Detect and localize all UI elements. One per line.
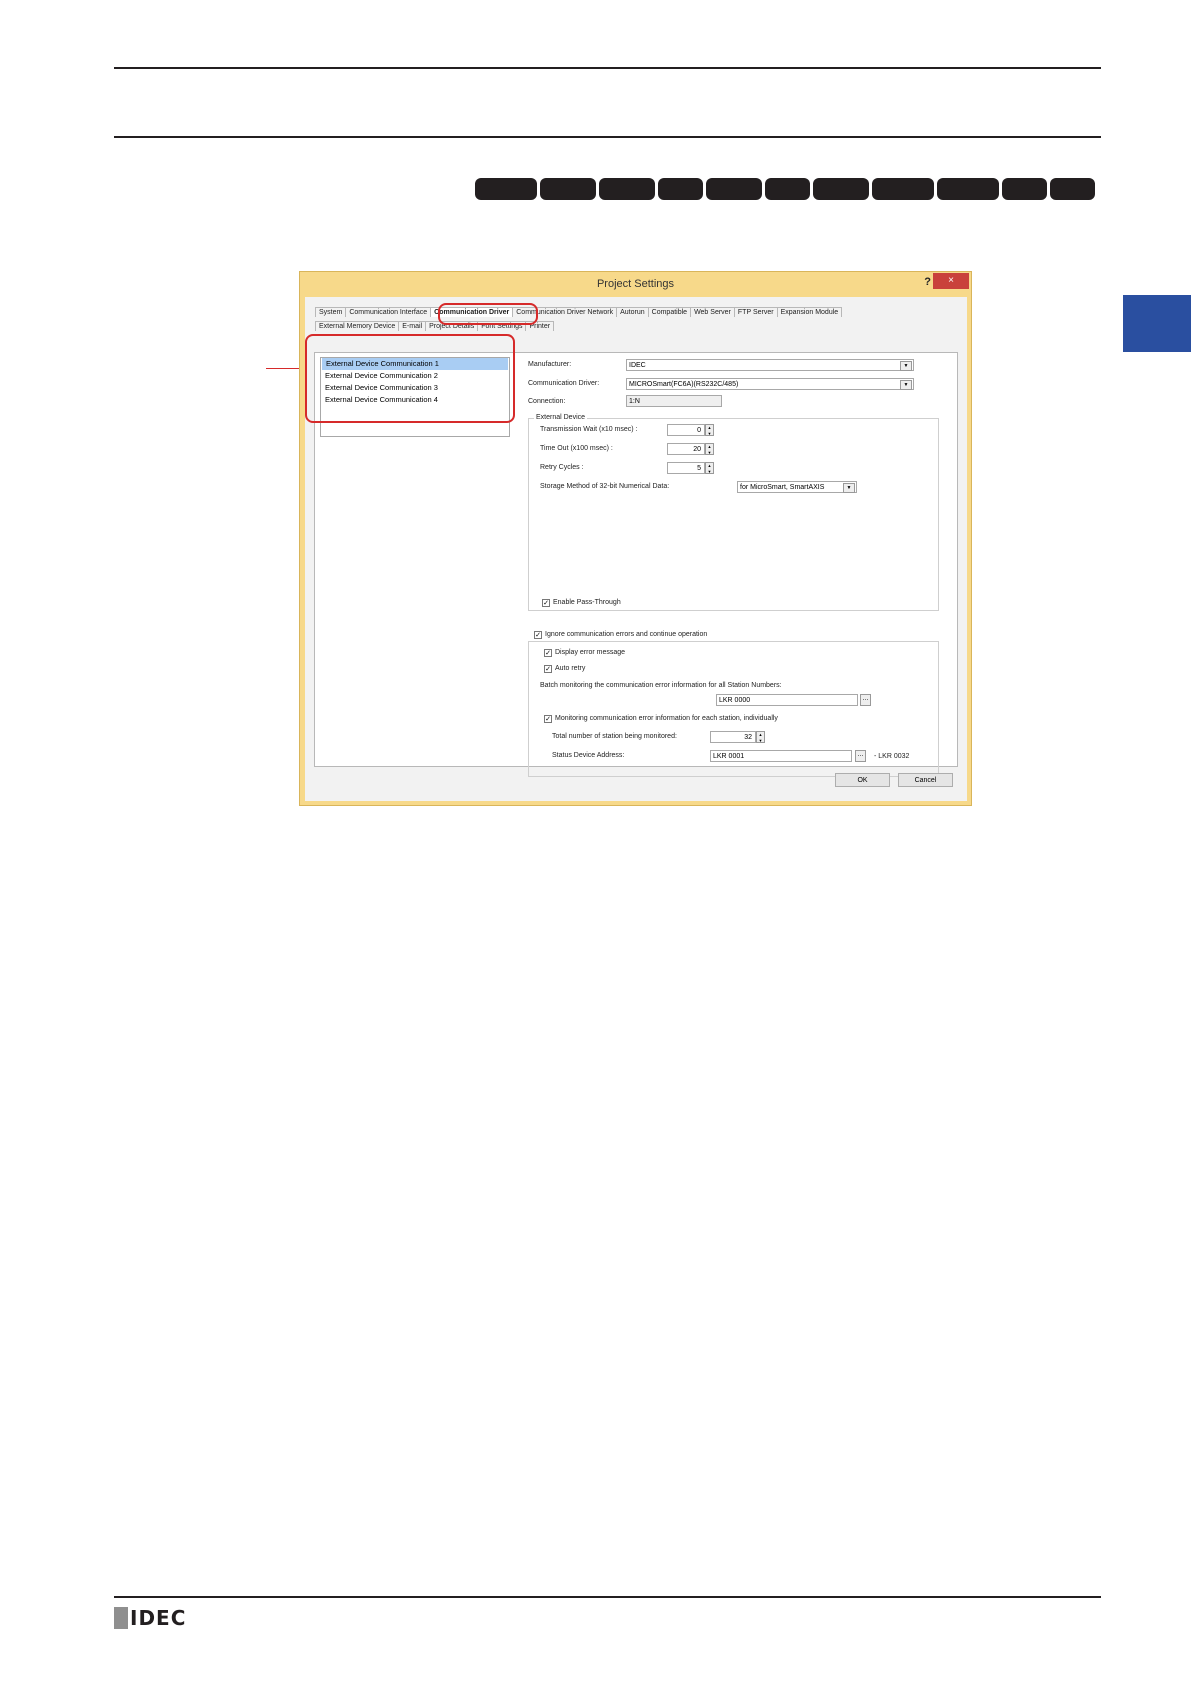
model-badge	[1002, 178, 1047, 200]
model-badge	[765, 178, 810, 200]
logo-mark	[114, 1607, 128, 1629]
auto-retry-label: Auto retry	[555, 665, 586, 672]
tab-compatible[interactable]: Compatible	[647, 307, 692, 317]
storage-method-select[interactable]: for MicroSmart, SmartAXIS ▼	[737, 481, 857, 493]
model-badge	[540, 178, 596, 200]
timeout-stepper[interactable]: ▲ ▼	[705, 443, 714, 455]
tab-external-memory-device[interactable]: External Memory Device	[315, 321, 400, 331]
display-error-label: Display error message	[555, 649, 626, 656]
auto-retry-checkbox[interactable]: ✓	[544, 665, 552, 673]
status-address-range: - LKR 0032	[874, 753, 910, 760]
tx-wait-input[interactable]: 0	[667, 424, 705, 436]
dialog-title: Project Settings	[596, 278, 675, 290]
connection-label: Connection:	[528, 398, 566, 405]
footer-rule	[114, 1596, 1101, 1598]
tab-email[interactable]: E-mail	[398, 321, 427, 331]
tx-wait-label: Transmission Wait (x10 msec) :	[540, 426, 638, 433]
ignore-errors-checkbox[interactable]: ✓	[534, 631, 542, 639]
driver-select[interactable]: MICROSmart(FC6A)(RS232C/485) ▼	[626, 378, 914, 390]
tab-expansion-module[interactable]: Expansion Module	[776, 307, 843, 317]
chapter-side-tab	[1123, 295, 1191, 352]
model-badge	[937, 178, 999, 200]
model-badge	[475, 178, 537, 200]
retry-input[interactable]: 5	[667, 462, 705, 474]
tab-system[interactable]: System	[315, 307, 347, 317]
tab-ftp-server[interactable]: FTP Server	[733, 307, 778, 317]
timeout-label: Time Out (x100 msec) :	[540, 445, 613, 452]
model-badge	[1050, 178, 1095, 200]
model-badge	[872, 178, 934, 200]
batch-monitoring-input[interactable]: LKR 0000	[716, 694, 858, 706]
tab-web-server[interactable]: Web Server	[690, 307, 735, 317]
total-stations-label: Total number of station being monitored:	[552, 733, 677, 740]
retry-label: Retry Cycles :	[540, 464, 584, 471]
driver-value: MICROSmart(FC6A)(RS232C/485)	[629, 381, 739, 388]
monitor-each-checkbox[interactable]: ✓	[544, 715, 552, 723]
model-badge	[706, 178, 762, 200]
help-icon[interactable]: ?	[924, 276, 931, 288]
tab-communication-interface[interactable]: Communication Interface	[345, 307, 432, 317]
device-list-highlight	[305, 334, 515, 423]
model-badge	[599, 178, 655, 200]
header-rule	[114, 136, 1101, 138]
batch-browse-button[interactable]: ...	[860, 694, 871, 706]
monitor-each-label: Monitoring communication error informati…	[555, 715, 778, 722]
manufacturer-label: Manufacturer:	[528, 361, 572, 368]
manufacturer-value: IDEC	[629, 362, 646, 369]
close-button[interactable]: ×	[933, 273, 969, 289]
status-address-label: Status Device Address:	[552, 752, 625, 759]
timeout-input[interactable]: 20	[667, 443, 705, 455]
display-error-checkbox[interactable]: ✓	[544, 649, 552, 657]
batch-monitoring-label: Batch monitoring the communication error…	[540, 682, 782, 689]
pass-through-checkbox[interactable]: ✓	[542, 599, 550, 607]
manufacturer-select[interactable]: IDEC ▼	[626, 359, 914, 371]
tx-wait-stepper[interactable]: ▲ ▼	[705, 424, 714, 436]
pass-through-label: Enable Pass-Through	[553, 599, 621, 606]
logo-text: IDEC	[130, 1606, 187, 1630]
project-settings-dialog: Project Settings ? × System Communicatio…	[299, 271, 972, 806]
idec-logo: IDEC	[114, 1606, 186, 1630]
tab-row-1: System Communication Interface Communica…	[315, 307, 843, 317]
retry-stepper[interactable]: ▲ ▼	[705, 462, 714, 474]
external-device-label: External Device	[534, 414, 588, 421]
model-badge	[658, 178, 703, 200]
active-tab-highlight	[438, 303, 538, 325]
model-badge	[813, 178, 869, 200]
storage-method-value: for MicroSmart, SmartAXIS	[740, 484, 825, 491]
tab-autorun[interactable]: Autorun	[616, 307, 649, 317]
chevron-down-icon[interactable]: ▼	[900, 361, 912, 371]
top-rule	[114, 67, 1101, 69]
driver-label: Communication Driver:	[528, 380, 600, 387]
model-badges	[475, 178, 1095, 200]
total-stations-stepper[interactable]: ▲ ▼	[756, 731, 765, 743]
storage-method-label: Storage Method of 32-bit Numerical Data:	[540, 483, 670, 490]
connection-field: 1:N	[626, 395, 722, 407]
chevron-down-icon[interactable]: ▼	[843, 483, 855, 493]
cancel-button[interactable]: Cancel	[898, 773, 953, 787]
ignore-errors-label: Ignore communication errors and continue…	[545, 631, 711, 638]
chevron-down-icon[interactable]: ▼	[900, 380, 912, 390]
status-address-input[interactable]: LKR 0001	[710, 750, 852, 762]
ok-button[interactable]: OK	[835, 773, 890, 787]
total-stations-input[interactable]: 32	[710, 731, 756, 743]
status-browse-button[interactable]: ...	[855, 750, 866, 762]
